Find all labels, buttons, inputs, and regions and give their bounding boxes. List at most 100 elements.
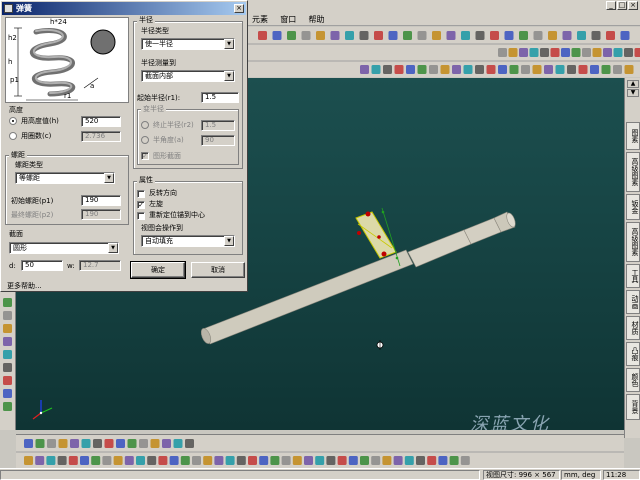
relocate-anchor-checkbox[interactable] [137,212,145,220]
toolbar-button-icon[interactable] [24,439,33,448]
toolbar-button-icon[interactable] [533,31,543,40]
d-input[interactable]: 50 [21,260,63,271]
toolbar-button-icon[interactable] [330,31,340,40]
toolbar-button-icon[interactable] [601,65,611,74]
left-toolbar-button-icon[interactable] [3,389,12,398]
toolbar-button-icon[interactable] [521,65,530,74]
tab-colors[interactable]: 颜色 [626,368,640,392]
tab-sheet-metal[interactable]: 钣金 [626,194,640,220]
toolbar-button-icon[interactable] [613,48,623,57]
chevron-down-icon[interactable]: ▼ [224,71,234,81]
toolbar-button-icon[interactable] [427,456,437,465]
toolbar-button-icon[interactable] [258,31,267,40]
toolbar-button-icon[interactable] [383,65,392,74]
left-toolbar-button-icon[interactable] [3,298,12,307]
toolbar-button-icon[interactable] [292,456,302,465]
toolbar-button-icon[interactable] [124,456,134,465]
toolbar-button-icon[interactable] [532,65,542,74]
left-hand-checkbox[interactable]: ✓ [137,201,145,209]
tab-backgrounds[interactable]: 背景 [626,394,640,420]
toolbar-button-icon[interactable] [578,65,588,74]
toolbar-button-icon[interactable] [429,65,438,74]
toolbar-button-icon[interactable] [463,65,473,74]
toolbar-button-icon[interactable] [58,439,68,448]
left-toolbar-button-icon[interactable] [3,402,12,411]
final-pitch-input[interactable]: 190 [81,209,121,220]
toolbar-button-icon[interactable] [548,31,557,40]
toolbar-button-icon[interactable] [57,456,67,465]
toolbar-button-icon[interactable] [452,65,461,74]
toolbar-button-icon[interactable] [47,439,56,448]
toolbar-button-icon[interactable] [360,65,369,74]
toolbar-button-icon[interactable] [544,65,553,74]
toolbar-button-icon[interactable] [287,31,296,40]
toolbar-button-icon[interactable] [582,48,591,57]
w-input[interactable]: 12.7 [79,260,121,271]
toolbar-button-icon[interactable] [561,48,570,57]
toolbar-button-icon[interactable] [35,456,45,465]
toolbar-button-icon[interactable] [315,456,325,465]
toolbar-button-icon[interactable] [24,456,33,465]
end-radius-input[interactable]: 1.5 [201,120,235,131]
toolbar-button-icon[interactable] [591,31,601,40]
toolbar-button-icon[interactable] [80,456,89,465]
toolbar-button-icon[interactable] [203,456,213,465]
radius-type-select[interactable]: 使一半径 ▼ [141,38,235,50]
dialog-title-bar[interactable]: 弹簧 × [2,2,246,15]
toolbar-button-icon[interactable] [620,31,630,40]
tab-embossing[interactable]: 凸痕 [626,342,640,366]
toolbar-button-icon[interactable] [272,31,282,40]
toolbar-button-icon[interactable] [486,65,496,74]
toolbar-button-icon[interactable] [417,65,427,74]
toolbar-button-icon[interactable] [519,48,528,57]
toolbar-button-icon[interactable] [613,65,622,74]
minimize-button[interactable]: _ [606,1,616,10]
initial-pitch-input[interactable]: 190 [81,195,121,206]
toolbar-button-icon[interactable] [91,456,101,465]
toolbar-button-icon[interactable] [316,31,325,40]
toolbar-button-icon[interactable] [270,456,280,465]
turns-radio[interactable] [9,132,17,140]
toolbar-button-icon[interactable] [540,48,549,57]
toolbar-button-icon[interactable] [113,456,123,465]
toolbar-button-icon[interactable] [382,456,392,465]
scroll-down-icon[interactable]: ▼ [627,89,639,97]
menu-window[interactable]: 窗口 [276,12,302,25]
draw-section-checkbox[interactable]: ✓ [141,152,149,160]
close-icon[interactable]: × [234,4,244,13]
toolbar-button-icon[interactable] [192,456,201,465]
toolbar-button-icon[interactable] [81,439,91,448]
tab-materials[interactable]: 材质 [626,316,640,340]
toolbar-button-icon[interactable] [498,65,507,74]
toolbar-button-icon[interactable] [550,48,560,57]
toolbar-button-icon[interactable] [46,456,56,465]
end-radius-radio[interactable] [141,121,149,129]
toolbar-button-icon[interactable] [634,48,640,57]
toolbar-button-icon[interactable] [371,456,381,465]
toolbar-button-icon[interactable] [446,31,456,40]
left-toolbar-button-icon[interactable] [3,350,12,359]
tab-animation[interactable]: 动画 [626,290,640,314]
turns-input[interactable]: 2.736 [81,131,121,142]
toolbar-button-icon[interactable] [590,65,599,74]
tab-advanced-primitives[interactable]: 高级图素 [626,152,640,192]
toolbar-button-icon[interactable] [577,31,586,40]
toolbar-button-icon[interactable] [93,439,102,448]
toolbar-button-icon[interactable] [403,31,412,40]
toolbar-button-icon[interactable] [417,31,427,40]
pitch-type-select[interactable]: 等螺距 ▼ [15,172,115,184]
anchor-marker[interactable] [376,340,384,350]
toolbar-button-icon[interactable] [438,456,448,465]
cancel-button[interactable]: 取消 [191,262,245,278]
chevron-down-icon[interactable]: ▼ [224,236,234,246]
toolbar-button-icon[interactable] [509,65,519,74]
left-toolbar-button-icon[interactable] [3,337,12,346]
tab-advanced-primitives-2[interactable]: 高级图素 [626,222,640,262]
toolbar-button-icon[interactable] [508,48,518,57]
menu-element[interactable]: 元素 [248,12,274,25]
toolbar-button-icon[interactable] [393,456,403,465]
section-shape-select[interactable]: 圆形 ▼ [9,242,119,254]
height-value-radio[interactable] [9,117,17,125]
left-toolbar-button-icon[interactable] [3,324,12,333]
toolbar-button-icon[interactable] [345,31,354,40]
